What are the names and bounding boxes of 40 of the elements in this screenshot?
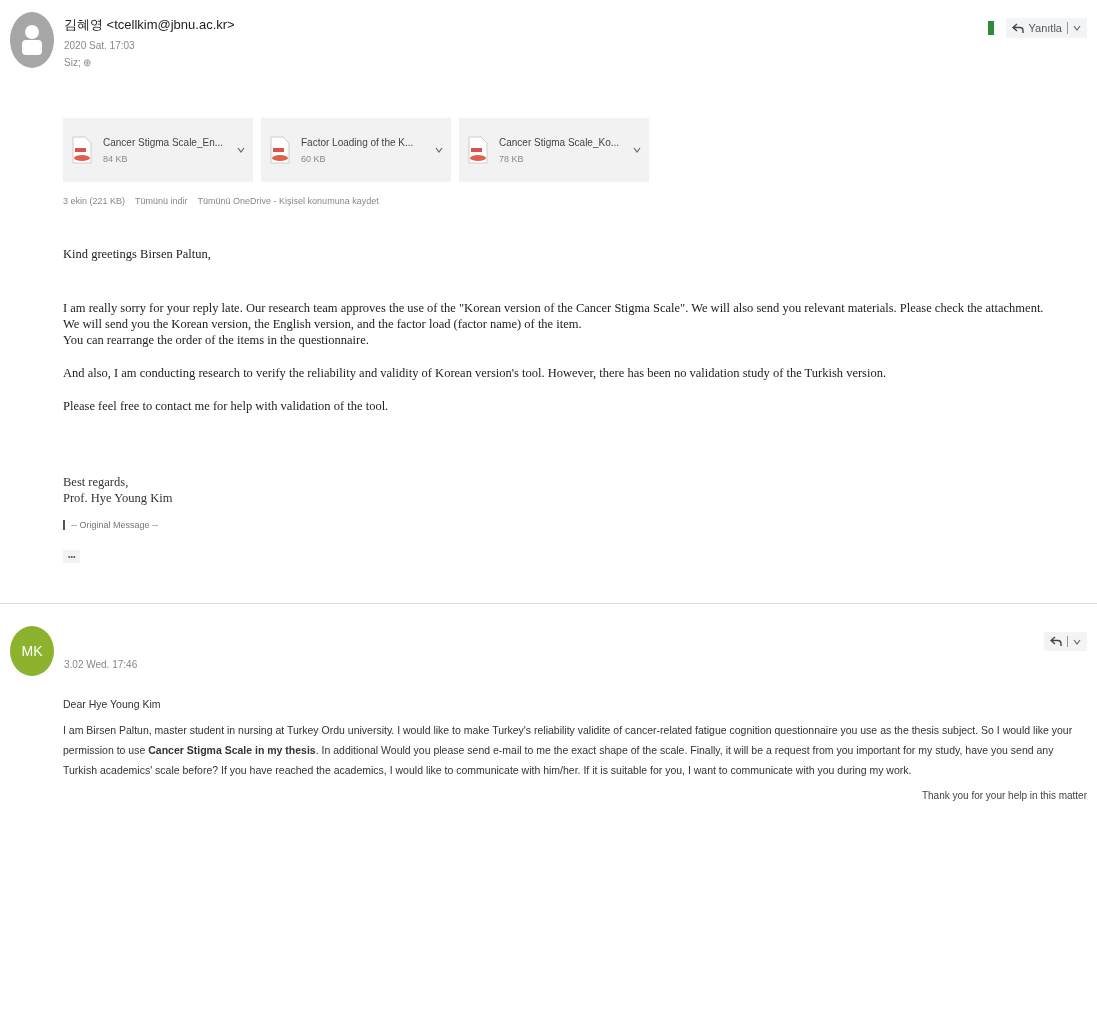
attachment-link[interactable]: Tümünü indir <box>135 196 188 206</box>
attachment-size: 78 KB <box>499 153 525 164</box>
reply-button[interactable]: Yanıtla <box>1005 18 1087 38</box>
body-paragraph: I am really sorry for your reply late. Our research team approves the use of the "Korean version of the Cancer Stigma Scale". We will also send you relevant materials. Please check the attachment. We will send you the Korean version, the English version, and the factor load (factor name) of the item. You can rearrange the order of the items in the questionnaire. <box>63 300 1045 348</box>
message-date: 2020 Sat. 17:03 <box>64 40 136 51</box>
attachment-name: Cancer Stigma Scale_En... <box>103 136 225 148</box>
avatar: MK <box>10 626 54 676</box>
caret-icon <box>435 147 443 153</box>
pdf-file-icon <box>71 136 93 164</box>
attachment-card[interactable]: Cancer Stigma Scale_En... 84 KB <box>63 118 253 182</box>
avatar <box>10 12 54 68</box>
attachment-name: Cancer Stigma Scale_Ko... <box>499 136 621 148</box>
attachment-card[interactable]: Cancer Stigma Scale_Ko... 78 KB <box>459 118 649 182</box>
caret-icon <box>633 147 641 153</box>
attachment-count: 3 ekin (221 KB) <box>63 196 126 206</box>
body-paragraph: Please feel free to contact me for help with validation of the tool. <box>63 398 390 414</box>
caret-icon <box>1073 25 1081 31</box>
body-paragraph: And also, I am conducting research to verify the reliability and validity of Korean version's tool. However, there has been no validation study of the Turkish version. <box>63 365 888 381</box>
pdf-file-icon <box>269 136 291 164</box>
attachment-card[interactable]: Factor Loading of the K... 60 KB <box>261 118 451 182</box>
caret-icon <box>1073 638 1081 645</box>
reply-icon <box>1011 22 1024 34</box>
original-message-label: -- Original Message -- <box>63 520 1087 530</box>
reply-icon <box>1050 636 1062 647</box>
body-paragraph: I am Birsen Paltun, master student in nursing at Turkey Ordu university. I would like to make Turkey's reliability validite of cancer-related fatigue cognition questionnaire you use as the thesis subject. So I would like your permission to use Cancer Stigma Scale in my thesis. In additional Would you please send e-mail to me the exact shape of the scale. Finally, it will be a request from you important for my study, have you send any Turkish academics' scale before? If you have reached the academics, I would like to communicate with him/her. If it is suitable for you, I want to communicate with you during my work. <box>63 723 1074 778</box>
message-date: 3.02 Wed. 17:46 <box>64 659 138 670</box>
closing-line: Thank you for your help in this matter <box>920 790 1087 801</box>
attachment-link[interactable]: Tümünü OneDrive - Kişisel konumuna kaydet <box>197 196 379 206</box>
sender: 김혜영 <tcellkim@jbnu.ac.kr> <box>64 16 236 34</box>
attachment-size: 84 KB <box>103 153 129 164</box>
flag-icon[interactable] <box>987 21 994 35</box>
body-paragraph: Dear Hye Young Kim <box>63 697 162 712</box>
pdf-file-icon <box>467 136 489 164</box>
signature: Best regards, Prof. Hye Young Kim <box>63 474 174 506</box>
caret-icon <box>237 147 245 153</box>
recipients: Siz; ⊕ <box>64 57 93 68</box>
attachment-size: 60 KB <box>301 153 327 164</box>
body-paragraph: Kind greetings Birsen Paltun, <box>63 246 212 262</box>
attachment-name: Factor Loading of the K... <box>301 136 415 148</box>
reply-button[interactable] <box>1044 632 1087 651</box>
